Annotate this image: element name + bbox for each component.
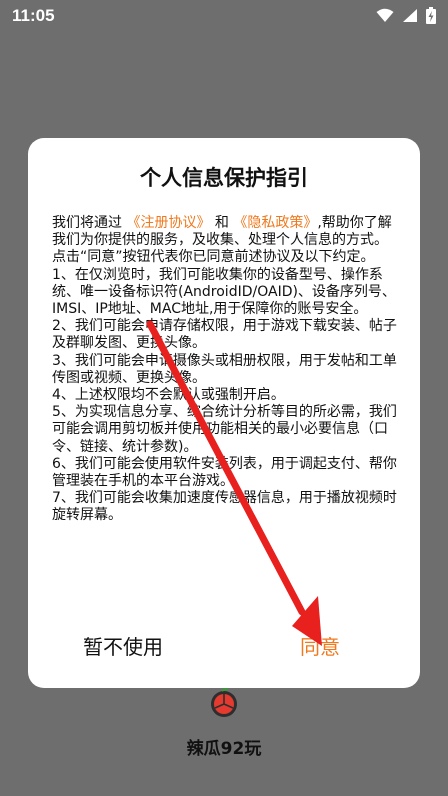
privacy-policy-link[interactable]: 《隐私政策》 bbox=[233, 215, 317, 231]
app-name: 辣瓜92玩 bbox=[186, 739, 262, 759]
terms-item-7: 7、我们可能会收集加速度传感器信息，用于播放视频时旋转屏幕。 bbox=[52, 490, 397, 524]
register-agreement-link[interactable]: 《注册协议》 bbox=[126, 215, 210, 231]
battery-icon bbox=[426, 7, 436, 24]
terms-item-4: 4、上述权限均不会默认或强制开启。 bbox=[52, 387, 285, 404]
terms-item-6: 6、我们可能会使用软件安装列表，用于调起支付、帮你管理装在手机的本平台游戏。 bbox=[52, 455, 397, 490]
terms-item-1: 1、在仅浏览时，我们可能收集你的设备型号、操作系统、唯一设备标识符(Androi… bbox=[52, 266, 396, 318]
status-icons bbox=[376, 7, 436, 24]
agree-button[interactable]: 同意 bbox=[300, 631, 340, 660]
intro-prefix: 我们将通过 bbox=[52, 215, 122, 231]
intro-and: 和 bbox=[214, 215, 229, 231]
terms-item-2: 2、我们可能会申请存储权限，用于游戏下载安装、帖子及群聊发图、更换头像。 bbox=[52, 318, 397, 352]
privacy-dialog: 个人信息保护指引 我们将通过 《注册协议》 和 《隐私政策》,帮助你了解我们为你… bbox=[28, 138, 420, 688]
status-time: 11:05 bbox=[12, 6, 55, 25]
terms-item-3: 3、我们可能会申请摄像头或相册权限，用于发帖和工单传图或视频、更换头像。 bbox=[52, 352, 397, 386]
wifi-icon bbox=[376, 8, 394, 22]
dialog-title: 个人信息保护指引 bbox=[140, 166, 308, 190]
app-logo-icon bbox=[211, 688, 237, 717]
status-bar: 11:05 bbox=[0, 0, 448, 32]
intro-paragraph: 我们将通过 《注册协议》 和 《隐私政策》,帮助你了解我们为你提供的服务，及收集… bbox=[52, 215, 398, 249]
consent-paragraph: 点击“同意”按钮代表你已同意前述协议及以下约定。 bbox=[52, 249, 375, 266]
dialog-body: 我们将通过 《注册协议》 和 《隐私政策》,帮助你了解我们为你提供的服务，及收集… bbox=[52, 215, 398, 525]
terms-item-5: 5、为实现信息分享、综合统计分析等目的所必需，我们可能会调用剪切板并使用功能相关… bbox=[52, 404, 397, 455]
signal-icon bbox=[403, 9, 417, 22]
decline-button[interactable]: 暂不使用 bbox=[83, 631, 163, 660]
